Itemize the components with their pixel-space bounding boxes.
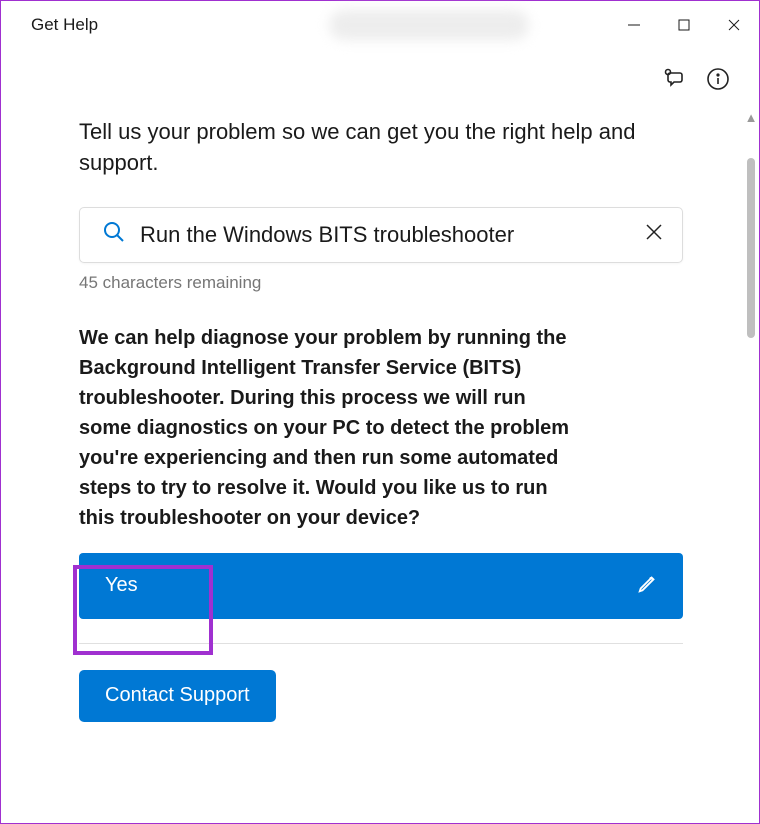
search-box[interactable]: Run the Windows BITS troubleshooter	[79, 207, 683, 263]
toolbar	[1, 49, 759, 109]
minimize-button[interactable]	[609, 5, 659, 45]
diagnosis-text: We can help diagnose your problem by run…	[79, 323, 579, 533]
contact-support-button[interactable]: Contact Support	[79, 670, 276, 722]
search-input-value[interactable]: Run the Windows BITS troubleshooter	[140, 222, 630, 248]
edit-icon[interactable]	[637, 572, 659, 600]
maximize-icon	[677, 18, 691, 32]
x-icon	[644, 222, 664, 242]
titlebar-blur-region	[329, 10, 529, 40]
titlebar: Get Help	[1, 1, 759, 49]
minimize-icon	[627, 18, 641, 32]
scrollbar[interactable]: ▲	[743, 109, 759, 823]
prompt-text: Tell us your problem so we can get you t…	[79, 117, 683, 179]
close-icon	[727, 18, 741, 32]
clear-search-button[interactable]	[644, 222, 664, 247]
window-title: Get Help	[31, 15, 98, 35]
window-controls	[609, 5, 759, 45]
info-icon	[706, 67, 730, 91]
get-help-window: Get Help	[0, 0, 760, 824]
search-icon	[102, 220, 126, 249]
characters-remaining: 45 characters remaining	[79, 273, 683, 293]
main-content: Tell us your problem so we can get you t…	[1, 109, 743, 823]
close-button[interactable]	[709, 5, 759, 45]
maximize-button[interactable]	[659, 5, 709, 45]
yes-button[interactable]: Yes	[79, 553, 683, 619]
feedback-icon	[662, 67, 686, 91]
yes-label: Yes	[105, 574, 637, 597]
divider	[79, 643, 683, 644]
scroll-up-arrow[interactable]: ▲	[745, 111, 758, 124]
feedback-button[interactable]	[661, 66, 687, 92]
info-button[interactable]	[705, 66, 731, 92]
scrollbar-thumb[interactable]	[747, 158, 755, 338]
